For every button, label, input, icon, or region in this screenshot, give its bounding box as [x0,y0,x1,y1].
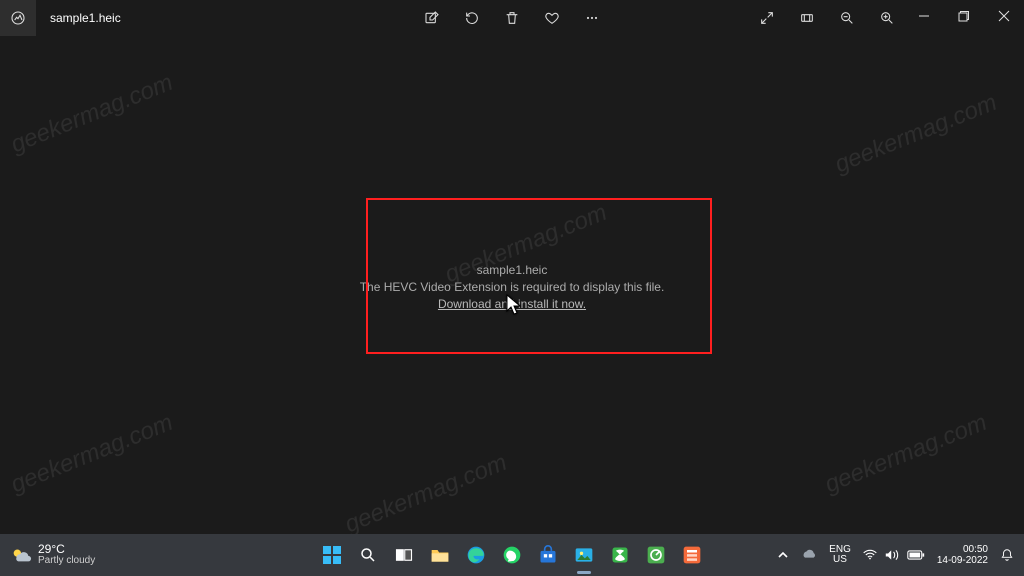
system-tray: ENG US 00:50 14-09-2022 [777,544,1014,566]
titlebar: sample1.heic [0,0,1024,36]
volume-icon [885,549,899,561]
clock-time: 00:50 [963,544,988,555]
lang-bottom: US [833,555,847,565]
clock-date: 14-09-2022 [937,555,988,566]
watermark: geekermag.com [831,89,1001,179]
window-title: sample1.heic [50,11,121,25]
message-info: The HEVC Video Extension is required to … [360,279,665,296]
weather-widget[interactable]: 29°C Partly cloudy [0,543,170,567]
watermark: geekermag.com [821,409,991,499]
filmstrip-icon[interactable] [790,1,824,35]
store-button[interactable] [533,540,563,570]
download-link[interactable]: Download and install it now. [438,297,586,311]
file-explorer-button[interactable] [425,540,455,570]
zoom-in-icon[interactable] [870,1,904,35]
rotate-icon[interactable] [455,1,489,35]
notifications-icon[interactable] [1000,548,1014,562]
onedrive-icon[interactable] [801,549,817,561]
taskview-button[interactable] [389,540,419,570]
favorite-icon[interactable] [535,1,569,35]
taskbar: 29°C Partly cloudy ENG US 00:50 14-09-20 [0,534,1024,576]
fullscreen-icon[interactable] [750,1,784,35]
start-button[interactable] [317,540,347,570]
tray-chevron-icon[interactable] [777,549,789,561]
whatsapp-button[interactable] [497,540,527,570]
search-button[interactable] [353,540,383,570]
window-controls [904,0,1024,32]
language-indicator[interactable]: ENG US [829,545,851,565]
toolbar-right [750,0,904,36]
wifi-icon [863,549,877,561]
message-filename: sample1.heic [360,262,665,279]
weather-cond: Partly cloudy [38,555,95,567]
battery-icon [907,550,925,560]
maximize-button[interactable] [944,0,984,32]
watermark: geekermag.com [7,409,177,499]
app-button[interactable] [677,540,707,570]
app-icon[interactable] [0,0,36,36]
delete-icon[interactable] [495,1,529,35]
watermark: geekermag.com [7,69,177,159]
taskbar-apps [317,540,707,570]
photos-button[interactable] [569,540,599,570]
zoom-out-icon[interactable] [830,1,864,35]
watermark: geekermag.com [341,449,511,539]
edit-icon[interactable] [415,1,449,35]
weather-temp: 29°C [38,543,95,555]
tray-status-icons[interactable] [863,549,925,561]
edge-button[interactable] [461,540,491,570]
photos-app-window: sample1.heic sample1.heic The HEVC Video… [0,0,1024,534]
message-block: sample1.heic The HEVC Video Extension is… [360,262,665,313]
close-button[interactable] [984,0,1024,32]
xbox-button[interactable] [605,540,635,570]
camtasia-button[interactable] [641,540,671,570]
toolbar-center [415,0,609,36]
clock[interactable]: 00:50 14-09-2022 [937,544,988,566]
weather-icon [10,544,32,566]
more-icon[interactable] [575,1,609,35]
minimize-button[interactable] [904,0,944,32]
